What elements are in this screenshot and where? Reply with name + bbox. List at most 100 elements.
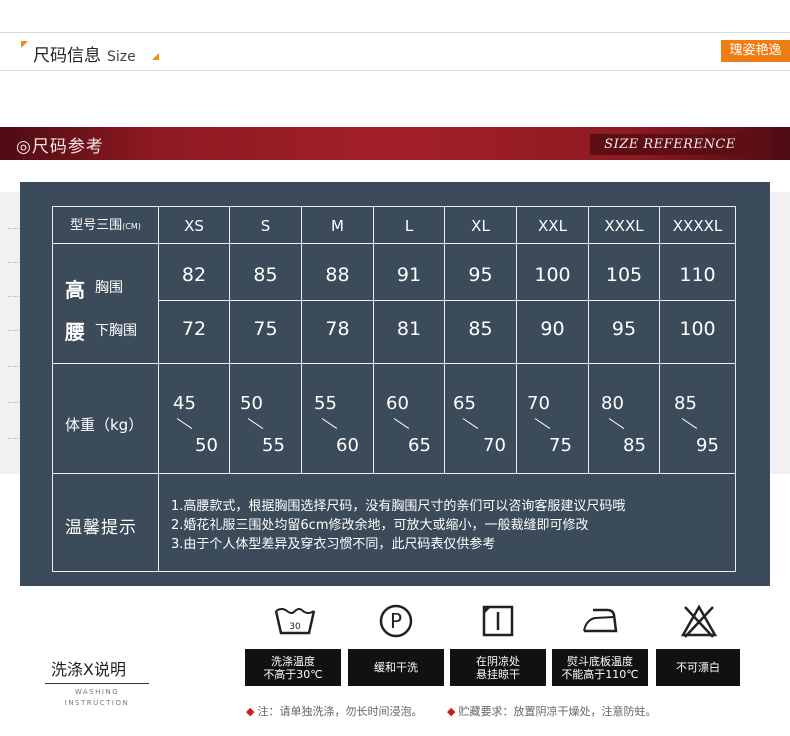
weight-range: 60 65 (373, 363, 445, 474)
storage-note: ◆ 贮藏要求：放置阴凉干燥处，注意防蛀。 (447, 703, 656, 719)
tip-item: 3.由于个人体型差异及穿衣习惯不同，此尺码表仅供参考 (171, 537, 496, 552)
svg-text:P: P (390, 609, 402, 633)
section-title-cn: 尺码信息 (33, 46, 101, 66)
underbust-value: 90 (516, 300, 589, 364)
waist-char: 腰 (65, 320, 85, 344)
size-header: XS (158, 206, 230, 244)
bust-value: 105 (588, 243, 660, 301)
weight-max: 70 (483, 435, 506, 456)
weight-max: 55 (262, 435, 285, 456)
washtub-30-icon: 30 (274, 608, 316, 635)
tips-content-cell: 1.高腰款式，根据胸围选择尺码，没有胸围尺寸的亲们可以咨询客服建议尺码哦 2.婚… (158, 473, 736, 572)
weight-range: 45 50 (158, 363, 230, 474)
bust-value: 88 (301, 243, 374, 301)
high-waist-label-cell: 高 胸围 腰 下胸围 (52, 243, 159, 364)
header-label-text: 型号三围 (70, 218, 123, 233)
note-text: 贮藏要求：放置阴凉干燥处，注意防蛀。 (458, 705, 657, 718)
header-top-divider (0, 32, 790, 33)
weight-max: 65 (408, 435, 431, 456)
washing-en-line1: WASHING (74, 688, 120, 696)
note-text: 注：请单独洗涤，勿长时间浸泡。 (257, 705, 423, 718)
weight-label: 体重（kg） (65, 416, 144, 434)
care-line: 洗涤温度 (270, 654, 315, 668)
high-char: 高 (65, 278, 85, 302)
underbust-value: 81 (373, 300, 445, 364)
weight-max: 75 (549, 435, 572, 456)
range-slash (321, 418, 338, 429)
tips-list: 1.高腰款式，根据胸围选择尺码，没有胸围尺寸的亲们可以咨询客服建议尺码哦 2.婚… (171, 497, 625, 554)
weight-min: 80 (601, 393, 624, 414)
tip-item: 1.高腰款式，根据胸围选择尺码，没有胸围尺寸的亲们可以咨询客服建议尺码哦 (171, 499, 626, 514)
bust-value: 91 (373, 243, 445, 301)
weight-label-cell: 体重（kg） (52, 363, 159, 474)
banner-subtitle: SIZE REFERENCE (590, 134, 750, 155)
underbust-value: 100 (659, 300, 736, 364)
bust-value: 82 (158, 243, 230, 301)
range-slash (462, 418, 479, 429)
care-label: 洗涤温度 不高于30℃ (245, 649, 341, 686)
header-unit: (CM) (122, 222, 141, 231)
care-line: 缓和干洗 (374, 661, 418, 674)
header-bottom-divider (0, 70, 790, 71)
size-header: XXXXL (659, 206, 736, 244)
washing-title-en: WASHING INSTRUCTION (52, 687, 142, 709)
care-label: 缓和干洗 (348, 649, 444, 686)
section-title: 尺码信息 Size (33, 41, 136, 66)
care-label: 不可漂白 (656, 649, 740, 686)
underbust-value: 85 (444, 300, 517, 364)
weight-min: 60 (386, 393, 409, 414)
underbust-label: 下胸围 (95, 323, 137, 339)
range-slash (681, 418, 698, 429)
wash-temp-text: 30 (289, 622, 301, 632)
underbust-value: 75 (229, 300, 302, 364)
care-line: 熨斗底板温度 (566, 654, 633, 668)
care-line: 悬挂晾干 (476, 667, 520, 681)
size-header: L (373, 206, 445, 244)
care-line: 不可漂白 (676, 661, 720, 674)
range-slash (608, 418, 625, 429)
care-label: 熨斗底板温度 不能高于110℃ (552, 649, 648, 686)
weight-max: 50 (195, 435, 218, 456)
washing-title-underline (45, 683, 149, 684)
tips-label-cell: 温馨提示 (52, 473, 159, 572)
corner-mark-icon (21, 41, 28, 48)
underbust-value: 78 (301, 300, 374, 364)
washing-note: ◆ 注：请单独洗涤，勿长时间浸泡。 (246, 703, 422, 719)
tips-label: 温馨提示 (65, 518, 137, 538)
bust-value: 95 (444, 243, 517, 301)
weight-range: 50 55 (229, 363, 302, 474)
diamond-icon: ◆ (246, 705, 255, 718)
weight-min: 70 (527, 393, 550, 414)
size-header: S (229, 206, 302, 244)
bust-value: 100 (516, 243, 589, 301)
weight-min: 55 (314, 393, 337, 414)
care-line: 在阴凉处 (476, 654, 520, 668)
section-title-en: Size (107, 49, 136, 65)
weight-min: 85 (674, 393, 697, 414)
weight-min: 50 (240, 393, 263, 414)
washing-title: 洗涤X说明 (51, 660, 126, 679)
bust-label: 胸围 (95, 280, 123, 296)
care-line: 不高于30℃ (263, 667, 323, 681)
diamond-icon: ◆ (447, 705, 456, 718)
underbust-value: 95 (588, 300, 660, 364)
brand-tag: 瑰姿艳逸 (721, 40, 790, 62)
range-slash (393, 418, 410, 429)
iron-icon (583, 608, 618, 633)
table-header-label: 型号三围(CM) (52, 206, 159, 244)
weight-max: 95 (696, 435, 719, 456)
bust-value: 110 (659, 243, 736, 301)
care-line: 不能高于110℃ (561, 667, 639, 681)
shade-dry-icon (482, 605, 514, 637)
care-label: 在阴凉处 悬挂晾干 (450, 649, 546, 686)
underbust-value: 72 (158, 300, 230, 364)
size-header: XXXL (588, 206, 660, 244)
weight-min: 65 (453, 393, 476, 414)
weight-max: 60 (336, 435, 359, 456)
circle-p-icon: P (379, 604, 413, 638)
range-slash (534, 418, 551, 429)
size-header: XXL (516, 206, 589, 244)
washing-en-line2: INSTRUCTION (64, 699, 130, 707)
range-slash (247, 418, 264, 429)
weight-range: 85 95 (659, 363, 736, 474)
